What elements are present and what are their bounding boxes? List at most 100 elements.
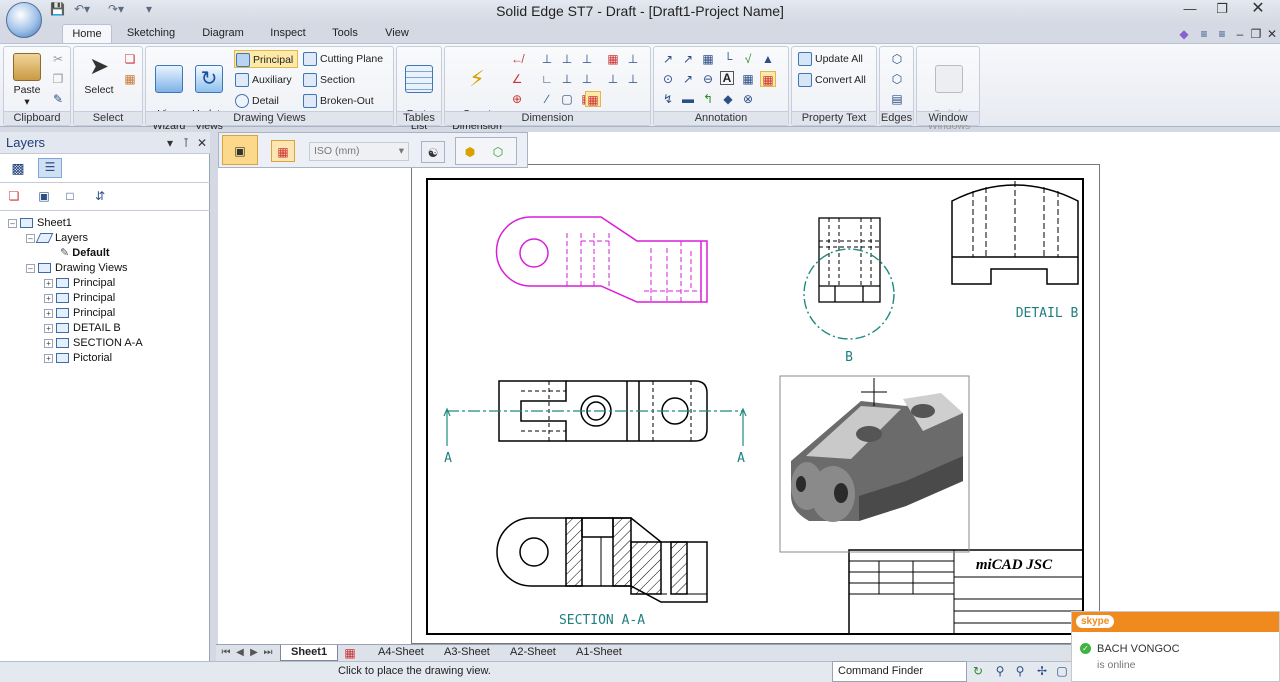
principal-view-side[interactable] [818,217,881,303]
zoom-area-icon[interactable]: ⚲ [992,663,1008,679]
surface-texture-icon[interactable]: √ [740,51,756,67]
new-layer-icon[interactable]: ❏ [6,188,22,204]
hide-edges-icon[interactable]: ⬡ [889,71,905,87]
minimize-button[interactable]: — [1176,0,1204,20]
skype-notification[interactable]: skype ✓ BACH VONGOC is online [1071,611,1280,682]
bolt-hole-circle-icon[interactable]: ⊖ [700,71,716,87]
copy-icon[interactable]: ❐ [50,71,66,87]
angular-coordinate-icon[interactable]: ∟ [539,71,555,87]
format-painter-icon[interactable]: ✎ [50,91,66,107]
attach-dimension-icon[interactable]: ⊥ [559,51,575,67]
tree-node-view[interactable]: + SECTION A-A [44,336,143,351]
stack-dimensions-icon[interactable]: ⊥ [579,71,595,87]
panel-menu-icon[interactable]: ▾ [162,135,178,151]
tree-node-drawing-views[interactable]: – Drawing Views [26,261,128,276]
callout-icon[interactable]: ↗ [660,51,676,67]
hide-layer-icon[interactable]: □ [62,188,78,204]
text-icon[interactable]: A [720,71,734,85]
tab-sketching[interactable]: Sketching [122,24,180,44]
shaded-view-icon[interactable]: ⬢ [462,144,478,160]
close-button[interactable]: ✕ [1244,0,1272,20]
zoom-icon[interactable]: ⚲ [1012,663,1028,679]
collapse-icon[interactable]: – [8,218,17,228]
tab-inspect[interactable]: Inspect [264,24,312,44]
tree-node-view[interactable]: + Principal [44,291,115,306]
fit-icon[interactable]: ▢ [1054,663,1070,679]
drawing-sheet[interactable]: miCAD JSC B DETAIL B A A SECTION A-A [411,164,1100,644]
cut-icon[interactable]: ✂ [50,51,66,67]
save-icon[interactable]: 💾 [50,2,65,16]
sheet-tab-a2[interactable]: A2-Sheet [500,645,566,661]
tree-node-view[interactable]: + Principal [44,276,115,291]
edge-condition-icon[interactable]: ▬ [680,91,696,107]
retrieve-dimensions-icon[interactable]: ▢ [559,91,575,107]
tree-node-view[interactable]: + Pictorial [44,351,112,366]
show-layer-icon[interactable]: ▣ [36,188,52,204]
centerline-icon[interactable]: ◆ [720,91,736,107]
pathfinder-icon[interactable]: ▩ [10,160,26,176]
datum-frame-icon[interactable]: ▲ [760,51,776,67]
bolt-circle-icon[interactable]: ⊗ [740,91,756,107]
sheet-tab-a3[interactable]: A3-Sheet [434,645,500,661]
background-sheet-icon[interactable]: ▦ [342,645,358,661]
detail-b-view[interactable] [951,181,1079,285]
leader-icon[interactable]: ↗ [680,71,696,87]
dimension-toggle-icon[interactable]: ▦ [585,91,601,107]
tree-node-view[interactable]: + Principal [44,306,115,321]
customize-qat-icon[interactable]: ▾ [146,2,152,16]
angle-between-icon[interactable]: ∠ [509,71,525,87]
center-mark-icon[interactable]: ⊙ [660,71,676,87]
pin-icon[interactable]: ⊺ [178,135,194,151]
expand-icon[interactable]: + [44,338,53,348]
distance-between-icon[interactable]: ↚ [509,51,525,67]
connector-icon[interactable]: ↯ [660,91,676,107]
refresh-icon[interactable]: ↻ [970,663,986,679]
pan-icon[interactable]: ✢ [1034,663,1050,679]
tree-node-sheet[interactable]: – Sheet1 [8,216,72,231]
expand-icon[interactable]: + [44,353,53,363]
undo-icon[interactable]: ↶▾ [74,2,90,16]
dimension-axis-icon[interactable]: ▦ [605,51,621,67]
tab-view[interactable]: View [378,24,416,44]
dimension-style-icon[interactable]: ⊥ [579,51,595,67]
principal-button[interactable]: Principal [234,50,298,68]
command-finder-input[interactable]: Command Finder [832,661,967,682]
copy-attributes-icon[interactable]: ⊥ [559,71,575,87]
restore-button[interactable]: ❐ [1208,0,1236,20]
datum-target-icon[interactable]: ↰ [700,91,716,107]
sheet-tab-1[interactable]: Sheet1 [280,645,339,661]
last-sheet-icon[interactable]: ⏭ [260,645,276,661]
redo-icon[interactable]: ↷▾ [108,2,124,16]
help-icon[interactable]: ◆ [1176,26,1192,42]
tile-icon[interactable]: ≡ [1214,26,1230,42]
panel-close-icon[interactable]: ✕ [194,135,210,151]
feature-control-frame-icon[interactable]: ▦ [700,51,716,67]
tree-node-layers[interactable]: – Layers [26,231,88,246]
select-button[interactable]: ➤ Select [78,51,120,96]
table-icon[interactable]: ▦ [740,71,756,87]
auxiliary-button[interactable]: Auxiliary [234,71,292,89]
pictorial-view[interactable] [779,375,970,553]
select-tool-icon[interactable]: ❏ [122,51,138,67]
dimension-tool-b-icon[interactable]: ⊥ [625,71,641,87]
layout-icon[interactable]: ≡ [1196,26,1212,42]
balloon-icon[interactable]: ↗ [680,51,696,67]
broken-out-button[interactable]: Broken-Out [302,92,374,110]
expand-icon[interactable]: + [44,293,53,303]
weld-symbol-icon[interactable]: └ [720,51,736,67]
expand-icon[interactable]: + [44,323,53,333]
expand-icon[interactable]: + [44,278,53,288]
tab-diagram[interactable]: Diagram [196,24,250,44]
sheet-tab-a4[interactable]: A4-Sheet [368,645,434,661]
doc-restore-icon[interactable]: ❐ [1248,26,1264,42]
grid-display-icon[interactable]: ▦ [271,140,295,162]
move-to-layer-icon[interactable]: ⇵ [92,188,108,204]
doc-close-icon[interactable]: ✕ [1264,26,1280,42]
sheet-tab-a1[interactable]: A1-Sheet [566,645,632,661]
annotation-toggle-icon[interactable]: ▦ [760,71,776,87]
dimension-tool-a-icon[interactable]: ⊥ [625,51,641,67]
doc-minimize-icon[interactable]: – [1232,26,1248,42]
wireframe-view-icon[interactable]: ⬡ [490,144,506,160]
detail-button[interactable]: Detail [234,92,279,110]
expand-icon[interactable]: + [44,308,53,318]
